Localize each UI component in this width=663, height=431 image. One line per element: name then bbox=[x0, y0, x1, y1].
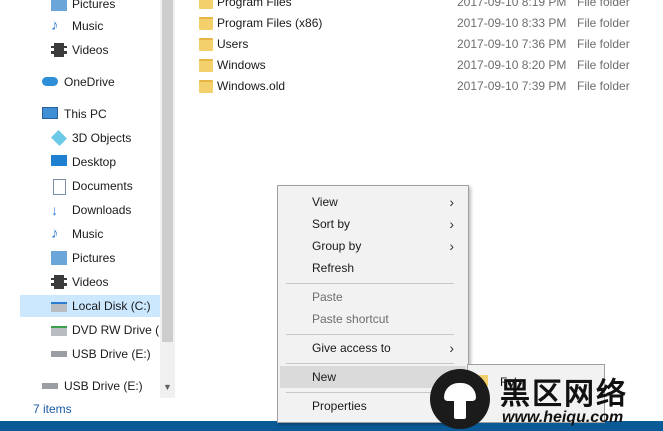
chevron-right-icon: › bbox=[449, 194, 454, 210]
scrollbar-thumb[interactable] bbox=[162, 0, 173, 342]
nav-item-this-pc[interactable]: This PC bbox=[0, 103, 160, 125]
nav-item-usb-drive-root[interactable]: USB Drive (E:) bbox=[0, 375, 160, 397]
music-icon: ♪ bbox=[51, 225, 59, 242]
file-row[interactable]: Program Files (x86) 2017-09-10 8:33 PM F… bbox=[195, 13, 655, 34]
nav-item-pictures-quick[interactable]: Pictures 📌 bbox=[0, 0, 160, 15]
nav-item-music[interactable]: ♪ Music bbox=[0, 223, 160, 245]
usb-drive-icon bbox=[51, 351, 67, 357]
menu-item-group-by[interactable]: Group by › bbox=[280, 235, 466, 257]
file-row[interactable]: Users 2017-09-10 7:36 PM File folder bbox=[195, 34, 655, 55]
menu-item-view[interactable]: View › bbox=[280, 191, 466, 213]
navigation-pane: Pictures 📌 ♪ Music Videos OneDrive This … bbox=[0, 0, 160, 398]
item-count: 7 items bbox=[33, 402, 72, 416]
download-arrow-icon: ↓ bbox=[51, 202, 58, 218]
folder-icon bbox=[199, 17, 213, 30]
mushroom-stem bbox=[454, 399, 466, 419]
menu-separator bbox=[286, 363, 454, 364]
documents-icon bbox=[53, 179, 66, 195]
nav-item-desktop[interactable]: Desktop bbox=[0, 151, 160, 173]
file-row[interactable]: Program Files 2017-09-10 8:19 PM File fo… bbox=[195, 0, 655, 13]
file-row[interactable]: Windows.old 2017-09-10 7:39 PM File fold… bbox=[195, 76, 655, 97]
file-row[interactable]: Windows 2017-09-10 8:20 PM File folder bbox=[195, 55, 655, 76]
nav-item-3d-objects[interactable]: 3D Objects bbox=[0, 127, 160, 149]
menu-item-paste: Paste bbox=[312, 290, 343, 304]
nav-item-local-disk-c[interactable]: Local Disk (C:) bbox=[20, 295, 160, 317]
folder-icon bbox=[199, 0, 213, 9]
watermark-title: 黑区网络 bbox=[500, 377, 628, 412]
folder-icon bbox=[199, 80, 213, 93]
menu-item-paste-shortcut: Paste shortcut bbox=[312, 312, 389, 326]
watermark: 黑区网络 www.heiqu.com bbox=[430, 365, 663, 431]
pin-icon: 📌 bbox=[142, 0, 154, 7]
nav-item-dvd-drive[interactable]: DVD RW Drive (D bbox=[0, 319, 160, 341]
folder-icon bbox=[199, 59, 213, 72]
chevron-right-icon: › bbox=[449, 340, 454, 356]
nav-item-videos-quick[interactable]: Videos bbox=[0, 39, 160, 61]
videos-icon bbox=[51, 275, 67, 289]
scroll-down-arrow-icon[interactable]: ▼ bbox=[160, 380, 175, 394]
nav-item-pictures[interactable]: Pictures bbox=[0, 247, 160, 269]
drive-icon bbox=[51, 302, 67, 312]
watermark-url: www.heiqu.com bbox=[502, 409, 624, 426]
computer-icon bbox=[42, 107, 58, 119]
nav-item-onedrive[interactable]: OneDrive bbox=[0, 71, 160, 93]
pictures-icon bbox=[51, 0, 67, 11]
menu-separator bbox=[286, 334, 454, 335]
chevron-right-icon: › bbox=[449, 216, 454, 232]
folder-icon bbox=[199, 38, 213, 51]
menu-separator bbox=[286, 283, 454, 284]
menu-item-sort-by[interactable]: Sort by › bbox=[280, 213, 466, 235]
onedrive-icon bbox=[42, 77, 58, 86]
menu-separator bbox=[286, 392, 454, 393]
nav-item-downloads[interactable]: ↓ Downloads bbox=[0, 199, 160, 221]
nav-item-documents[interactable]: Documents bbox=[0, 175, 160, 197]
nav-item-videos[interactable]: Videos bbox=[0, 271, 160, 293]
pictures-icon bbox=[51, 251, 67, 265]
music-icon: ♪ bbox=[51, 17, 59, 34]
nav-scrollbar[interactable]: ▼ bbox=[160, 0, 175, 398]
menu-item-give-access[interactable]: Give access to › bbox=[280, 337, 466, 359]
dvd-drive-icon bbox=[51, 326, 67, 336]
nav-item-music-quick[interactable]: ♪ Music bbox=[0, 15, 160, 37]
chevron-right-icon: › bbox=[449, 238, 454, 254]
menu-item-refresh[interactable]: Refresh bbox=[280, 257, 466, 279]
nav-item-usb-drive[interactable]: USB Drive (E:) bbox=[0, 343, 160, 365]
desktop-icon bbox=[51, 155, 67, 166]
usb-drive-icon bbox=[42, 383, 58, 389]
videos-icon bbox=[51, 43, 67, 57]
cube-icon bbox=[51, 130, 67, 146]
watermark-logo-icon bbox=[430, 369, 490, 429]
